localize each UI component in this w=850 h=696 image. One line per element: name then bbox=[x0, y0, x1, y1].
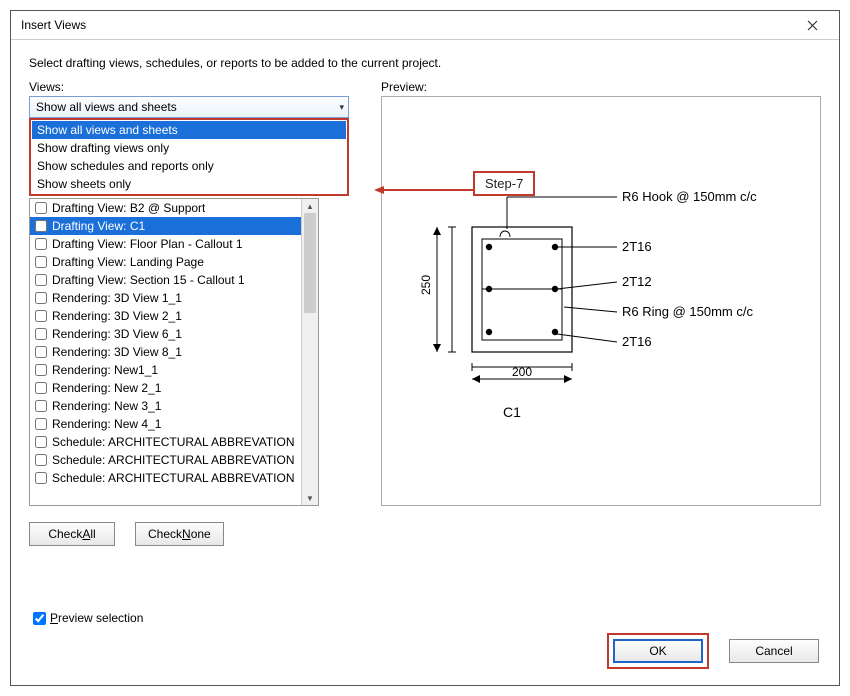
dropdown-option[interactable]: Show drafting views only bbox=[32, 139, 346, 157]
list-item-label: Drafting View: Section 15 - Callout 1 bbox=[52, 273, 245, 287]
list-item-label: Drafting View: C1 bbox=[52, 219, 145, 233]
views-filter-dropdown[interactable]: Show all views and sheets ▾ bbox=[29, 96, 349, 118]
svg-text:2T12: 2T12 bbox=[622, 274, 652, 289]
views-listbox[interactable]: Drafting View: B2 @ Support Drafting View… bbox=[29, 198, 319, 506]
list-item-label: Schedule: ARCHITECTURAL ABBREVATION bbox=[52, 435, 295, 449]
list-item-checkbox[interactable] bbox=[35, 454, 47, 466]
preview-selection-checkbox[interactable]: Preview selection bbox=[33, 611, 143, 625]
list-item[interactable]: Rendering: New 3_1 bbox=[30, 397, 301, 415]
dropdown-option[interactable]: Show schedules and reports only bbox=[32, 157, 346, 175]
scrollbar[interactable]: ▲ ▼ bbox=[301, 199, 318, 505]
list-item-label: Rendering: 3D View 6_1 bbox=[52, 327, 182, 341]
list-item-checkbox[interactable] bbox=[35, 436, 47, 448]
list-item-checkbox[interactable] bbox=[35, 310, 47, 322]
list-item-checkbox[interactable] bbox=[35, 274, 47, 286]
list-item-label: Rendering: New 4_1 bbox=[52, 417, 161, 431]
preview-selection-input[interactable] bbox=[33, 612, 46, 625]
titlebar: Insert Views bbox=[11, 11, 839, 40]
views-label: Views: bbox=[29, 80, 367, 94]
annotation-arrow bbox=[374, 184, 474, 186]
list-item-checkbox[interactable] bbox=[35, 472, 47, 484]
list-item-checkbox[interactable] bbox=[35, 256, 47, 268]
step-annotation: Step-7 bbox=[473, 171, 535, 196]
dropdown-option[interactable]: Show all views and sheets bbox=[32, 121, 346, 139]
ok-button[interactable]: OK bbox=[613, 639, 703, 663]
preview-label: Preview: bbox=[381, 80, 821, 94]
check-none-button[interactable]: Check None bbox=[135, 522, 224, 546]
list-item-label: Rendering: 3D View 8_1 bbox=[52, 345, 182, 359]
right-column: Preview: bbox=[367, 80, 821, 546]
list-item[interactable]: Rendering: 3D View 8_1 bbox=[30, 343, 301, 361]
list-item[interactable]: Schedule: ARCHITECTURAL ABBREVATION bbox=[30, 451, 301, 469]
list-item[interactable]: Drafting View: Floor Plan - Callout 1 bbox=[30, 235, 301, 253]
svg-text:C1: C1 bbox=[503, 404, 521, 420]
list-item[interactable]: Drafting View: C1 bbox=[30, 217, 301, 235]
svg-text:2T16: 2T16 bbox=[622, 334, 652, 349]
list-item-label: Rendering: 3D View 2_1 bbox=[52, 309, 182, 323]
check-all-button[interactable]: Check All bbox=[29, 522, 115, 546]
views-filter-dropdown-list[interactable]: Show all views and sheets Show drafting … bbox=[29, 118, 349, 196]
preview-drawing: R6 Hook @ 150mm c/c 2T16 2T12 R6 Ring @ … bbox=[382, 97, 820, 505]
cancel-button[interactable]: Cancel bbox=[729, 639, 819, 663]
svg-text:250: 250 bbox=[419, 275, 433, 295]
list-item-label: Drafting View: Floor Plan - Callout 1 bbox=[52, 237, 243, 251]
scroll-up-icon[interactable]: ▲ bbox=[302, 199, 318, 213]
chevron-down-icon: ▾ bbox=[339, 102, 344, 113]
scroll-down-icon[interactable]: ▼ bbox=[302, 491, 318, 505]
list-item-checkbox[interactable] bbox=[35, 346, 47, 358]
list-item[interactable]: Rendering: New1_1 bbox=[30, 361, 301, 379]
list-item-label: Rendering: 3D View 1_1 bbox=[52, 291, 182, 305]
list-item[interactable]: Rendering: New 4_1 bbox=[30, 415, 301, 433]
svg-text:R6 Ring @ 150mm c/c: R6 Ring @ 150mm c/c bbox=[622, 304, 753, 319]
dropdown-selected-text: Show all views and sheets bbox=[36, 100, 177, 114]
dialog-footer: OK Cancel bbox=[607, 633, 819, 669]
list-item-label: Drafting View: B2 @ Support bbox=[52, 201, 205, 215]
list-item-checkbox[interactable] bbox=[35, 202, 47, 214]
svg-text:2T16: 2T16 bbox=[622, 239, 652, 254]
list-item-checkbox[interactable] bbox=[35, 400, 47, 412]
list-item[interactable]: Schedule: ARCHITECTURAL ABBREVATION bbox=[30, 433, 301, 451]
list-item-checkbox[interactable] bbox=[35, 382, 47, 394]
list-item[interactable]: Drafting View: Section 15 - Callout 1 bbox=[30, 271, 301, 289]
preview-pane: R6 Hook @ 150mm c/c 2T16 2T12 R6 Ring @ … bbox=[381, 96, 821, 506]
svg-text:200: 200 bbox=[512, 365, 532, 379]
list-item[interactable]: Rendering: 3D View 2_1 bbox=[30, 307, 301, 325]
instruction-text: Select drafting views, schedules, or rep… bbox=[29, 56, 821, 70]
list-item-checkbox[interactable] bbox=[35, 292, 47, 304]
scroll-thumb[interactable] bbox=[304, 213, 316, 313]
list-item[interactable]: Rendering: 3D View 6_1 bbox=[30, 325, 301, 343]
list-item[interactable]: Drafting View: B2 @ Support bbox=[30, 199, 301, 217]
list-item-label: Schedule: ARCHITECTURAL ABBREVATION bbox=[52, 471, 295, 485]
dialog-body: Select drafting views, schedules, or rep… bbox=[11, 40, 839, 546]
list-item[interactable]: Rendering: New 2_1 bbox=[30, 379, 301, 397]
list-item[interactable]: Schedule: ARCHITECTURAL ABBREVATION bbox=[30, 469, 301, 487]
close-button[interactable] bbox=[793, 13, 831, 37]
close-icon bbox=[807, 20, 818, 31]
list-item[interactable]: Rendering: 3D View 1_1 bbox=[30, 289, 301, 307]
list-item-label: Schedule: ARCHITECTURAL ABBREVATION bbox=[52, 453, 295, 467]
list-item-checkbox[interactable] bbox=[35, 364, 47, 376]
list-item-checkbox[interactable] bbox=[35, 220, 47, 232]
list-item-checkbox[interactable] bbox=[35, 418, 47, 430]
list-item-label: Rendering: New 2_1 bbox=[52, 381, 161, 395]
list-item-checkbox[interactable] bbox=[35, 328, 47, 340]
ok-highlight: OK bbox=[607, 633, 709, 669]
dropdown-option[interactable]: Show sheets only bbox=[32, 175, 346, 193]
left-column: Views: Show all views and sheets ▾ Show … bbox=[29, 80, 367, 546]
list-item[interactable]: Drafting View: Landing Page bbox=[30, 253, 301, 271]
dialog-title: Insert Views bbox=[21, 18, 86, 32]
list-item-label: Rendering: New1_1 bbox=[52, 363, 158, 377]
list-item-label: Drafting View: Landing Page bbox=[52, 255, 204, 269]
insert-views-dialog: Insert Views Select drafting views, sche… bbox=[10, 10, 840, 686]
list-item-checkbox[interactable] bbox=[35, 238, 47, 250]
label-r6-hook: R6 Hook @ 150mm c/c bbox=[622, 189, 757, 204]
list-item-label: Rendering: New 3_1 bbox=[52, 399, 161, 413]
